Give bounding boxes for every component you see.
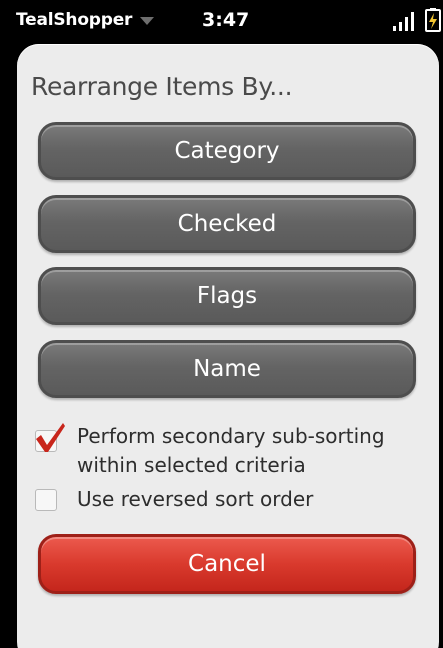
dialog-title: Rearrange Items By... bbox=[31, 72, 293, 101]
reverse-order-checkbox[interactable] bbox=[35, 489, 57, 511]
secondary-subsort-option[interactable]: Perform secondary sub-sorting within sel… bbox=[35, 422, 417, 480]
cancel-button[interactable]: Cancel bbox=[38, 534, 416, 594]
status-bar: TealShopper 3:47 bbox=[0, 0, 443, 40]
sort-by-name-button[interactable]: Name bbox=[38, 340, 416, 398]
reverse-order-option[interactable]: Use reversed sort order bbox=[35, 485, 417, 514]
rearrange-dialog: Rearrange Items By... Category Checked F… bbox=[17, 44, 439, 648]
secondary-subsort-label: Perform secondary sub-sorting within sel… bbox=[77, 424, 385, 477]
clock: 3:47 bbox=[202, 9, 250, 31]
device-screen: TealShopper 3:47 Rearrange Items By... C… bbox=[0, 0, 443, 648]
sort-by-category-button[interactable]: Category bbox=[38, 122, 416, 180]
reverse-order-label: Use reversed sort order bbox=[77, 487, 314, 511]
checkmark-icon bbox=[36, 423, 65, 452]
sort-by-checked-button[interactable]: Checked bbox=[38, 195, 416, 253]
app-menu[interactable]: TealShopper bbox=[16, 10, 155, 30]
app-name: TealShopper bbox=[16, 10, 133, 30]
caret-down-icon bbox=[140, 17, 155, 25]
secondary-subsort-checkbox[interactable] bbox=[35, 423, 65, 452]
sort-by-flags-button[interactable]: Flags bbox=[38, 267, 416, 325]
signal-icon bbox=[393, 12, 414, 31]
battery-charging-icon bbox=[425, 8, 441, 32]
